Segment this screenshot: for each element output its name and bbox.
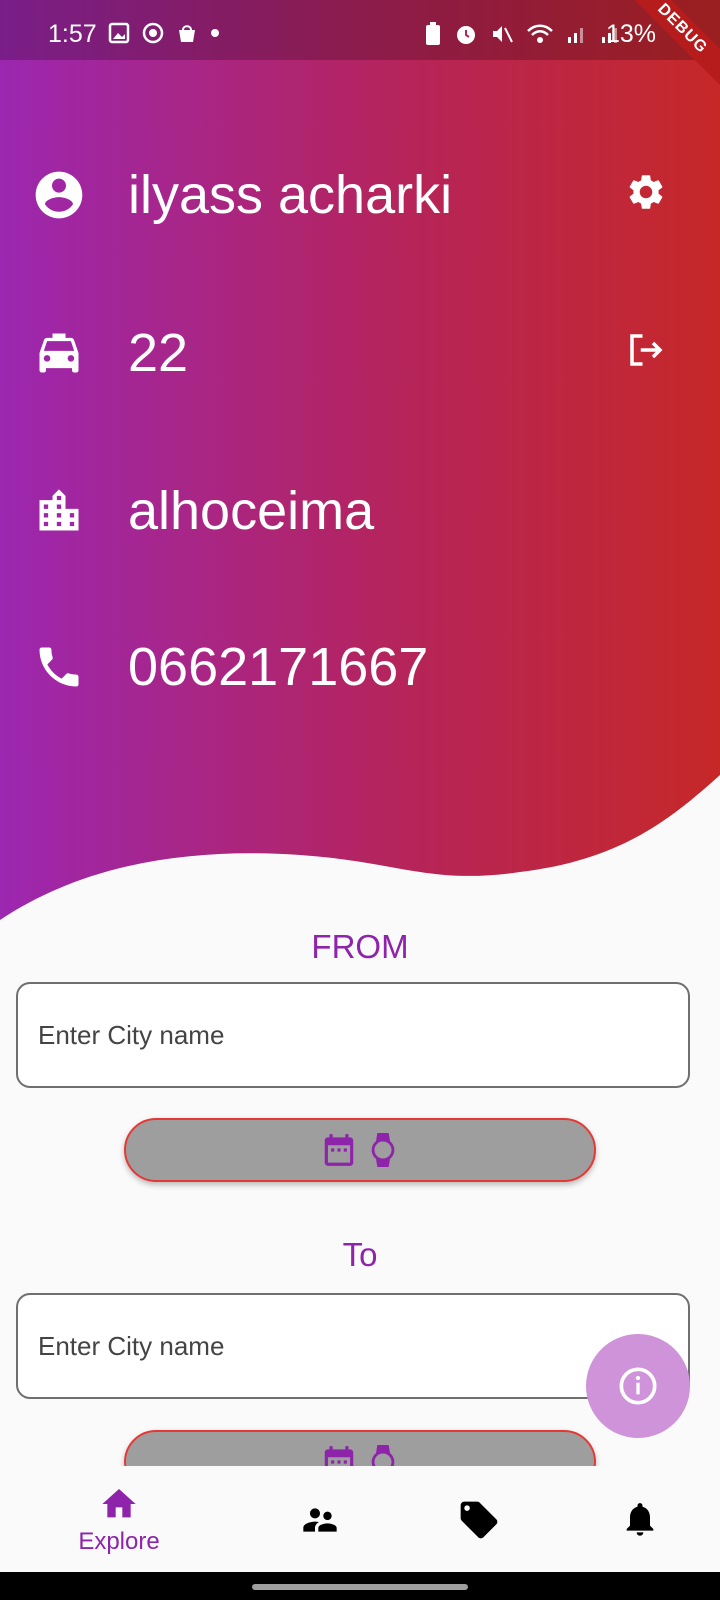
phone-icon xyxy=(30,638,88,696)
gallery-icon xyxy=(108,22,130,44)
logout-button[interactable] xyxy=(620,324,672,376)
wifi-icon xyxy=(527,24,553,43)
from-datetime-button[interactable] xyxy=(124,1118,596,1182)
account-circle-icon xyxy=(30,166,88,224)
taxi-icon xyxy=(30,324,88,382)
battery-level: 13% xyxy=(606,20,657,48)
status-time: 1:57 xyxy=(48,20,97,48)
header-wave xyxy=(0,775,720,930)
city-buildings-icon xyxy=(30,482,88,540)
info-icon xyxy=(619,1367,657,1405)
nav-explore[interactable]: Explore xyxy=(54,1466,184,1572)
notification-dot-icon xyxy=(211,29,219,37)
from-label: FROM xyxy=(311,928,409,965)
to-label: To xyxy=(342,1236,378,1273)
profile-name-row: ilyass acharki xyxy=(30,164,452,226)
nav-offers[interactable] xyxy=(414,1466,544,1572)
profile-phone-row: 0662171667 xyxy=(30,636,428,698)
from-city-input[interactable] xyxy=(16,982,690,1088)
torrent-app-icon xyxy=(142,22,164,44)
people-icon xyxy=(303,1508,337,1532)
logout-icon xyxy=(630,334,663,366)
nav-people[interactable] xyxy=(255,1466,385,1572)
status-bar: 1:57 13% xyxy=(0,0,720,60)
watch-icon xyxy=(371,1133,395,1167)
profile-city-row: alhoceima xyxy=(30,480,374,542)
home-icon xyxy=(102,1489,136,1518)
city-name: alhoceima xyxy=(128,481,375,541)
bottom-navigation: Explore xyxy=(0,1466,720,1572)
tag-icon xyxy=(460,1501,498,1539)
profile-name: ilyass acharki xyxy=(128,165,453,225)
taxi-number: 22 xyxy=(128,323,189,383)
home-gesture-handle[interactable] xyxy=(252,1584,468,1590)
battery-saver-icon xyxy=(426,22,440,45)
gear-icon xyxy=(629,175,663,209)
nav-notifications[interactable] xyxy=(575,1466,705,1572)
calendar-icon xyxy=(324,1134,354,1166)
signal-icon xyxy=(568,28,583,43)
settings-button[interactable] xyxy=(620,166,672,218)
nav-explore-label: Explore xyxy=(78,1528,160,1555)
info-fab[interactable] xyxy=(586,1334,690,1438)
mute-icon xyxy=(493,26,513,43)
alarm-icon xyxy=(457,26,475,44)
profile-taxi-row: 22 xyxy=(30,322,188,384)
system-navigation-bar xyxy=(0,1572,720,1600)
shopping-bag-icon xyxy=(179,25,195,42)
phone-number: 0662171667 xyxy=(128,637,429,697)
bell-icon xyxy=(626,1503,654,1536)
